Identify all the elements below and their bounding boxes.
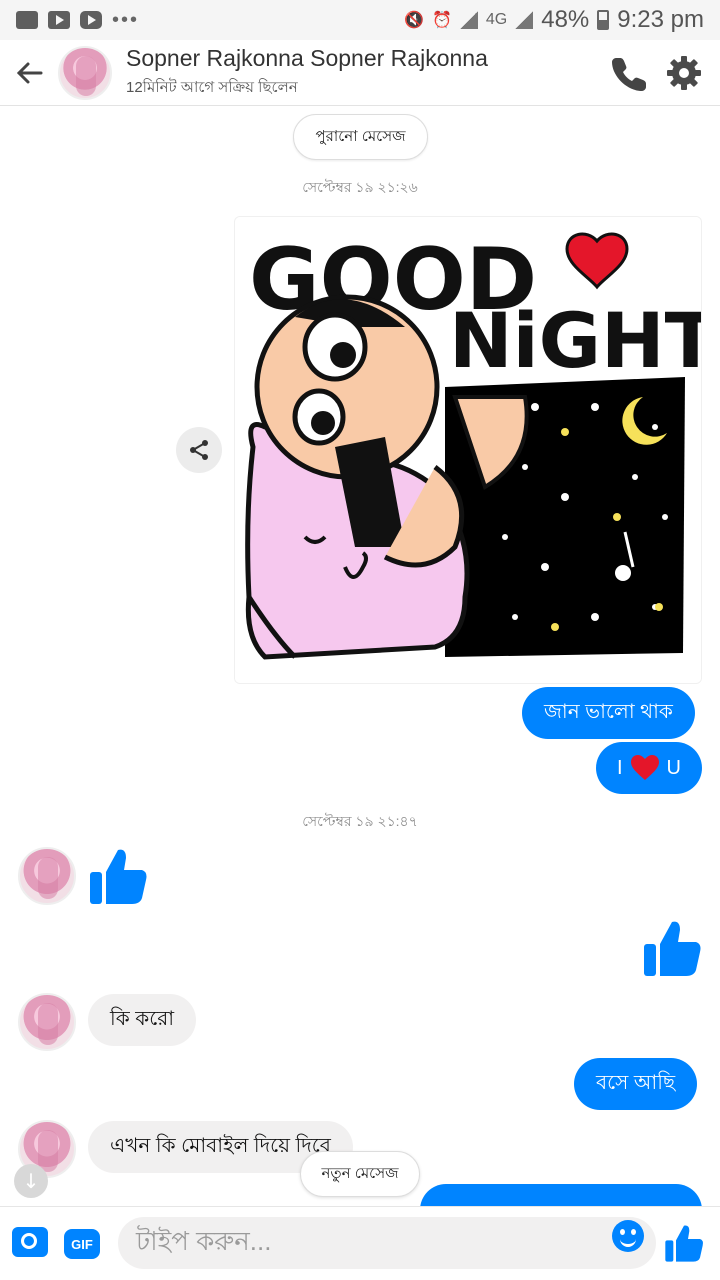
camera-icon[interactable] bbox=[12, 1227, 48, 1257]
message-text: I bbox=[616, 756, 623, 779]
emoji-icon[interactable] bbox=[612, 1220, 644, 1252]
contact-name[interactable]: Sopner Rajkonna Sopner Rajkonna bbox=[126, 45, 488, 72]
new-message-button[interactable]: নতুন মেসেজ bbox=[300, 1151, 420, 1197]
signal-icon bbox=[459, 11, 478, 29]
message-text: U bbox=[666, 756, 681, 779]
share-button[interactable] bbox=[176, 427, 222, 473]
more-notifications-icon: ••• bbox=[112, 9, 140, 31]
outgoing-message[interactable]: I U bbox=[596, 742, 702, 794]
message-list[interactable]: পুরানো মেসেজ সেপ্টেম্বর ১৯ ২১:২৬ GOOD Ni… bbox=[0, 106, 720, 1206]
composer-bar: GIF টাইপ করুন... bbox=[0, 1206, 720, 1280]
clock: 9:23 pm bbox=[617, 6, 704, 33]
play-icon bbox=[48, 11, 70, 29]
outgoing-message-partial[interactable] bbox=[420, 1184, 702, 1206]
battery-icon bbox=[597, 10, 610, 30]
outgoing-message[interactable]: বসে আছি bbox=[574, 1058, 698, 1110]
message-input[interactable]: টাইপ করুন... bbox=[118, 1217, 656, 1269]
thumbs-up-icon[interactable] bbox=[642, 918, 702, 978]
contact-avatar[interactable] bbox=[58, 45, 112, 100]
arrow-left-icon bbox=[16, 62, 43, 83]
phone-icon[interactable] bbox=[612, 55, 648, 91]
network-label: 4G bbox=[485, 11, 508, 28]
conversation-header: Sopner Rajkonna Sopner Rajkonna 12মিনিট … bbox=[0, 40, 720, 106]
share-icon bbox=[190, 440, 208, 460]
contact-avatar-small[interactable] bbox=[18, 993, 76, 1051]
youtube-icon bbox=[80, 11, 102, 29]
mute-icon: 🔇 bbox=[404, 12, 424, 29]
settings-gear-icon[interactable] bbox=[666, 55, 702, 91]
status-bar: ••• 🔇 ⏰ 4G 48% 9:23 pm bbox=[0, 0, 720, 40]
gif-button[interactable]: GIF bbox=[64, 1229, 100, 1259]
sticker-text-line2: NiGHT bbox=[449, 296, 702, 385]
scroll-down-button[interactable]: ↓ bbox=[14, 1164, 48, 1198]
heart-icon bbox=[630, 755, 659, 780]
battery-percent: 48% bbox=[541, 6, 590, 33]
contact-avatar-small[interactable] bbox=[18, 847, 76, 905]
good-night-sticker[interactable]: GOOD NiGHT bbox=[234, 216, 702, 684]
signal-2-icon bbox=[515, 11, 534, 29]
timestamp: সেপ্টেম্বর ১৯ ২১:২৬ bbox=[302, 179, 418, 195]
back-button[interactable] bbox=[0, 40, 58, 106]
thumbs-up-icon[interactable] bbox=[88, 846, 148, 906]
gallery-icon bbox=[16, 11, 38, 29]
alarm-icon: ⏰ bbox=[431, 12, 452, 29]
outgoing-message[interactable]: জান ভালো থাক bbox=[522, 687, 695, 739]
timestamp: সেপ্টেম্বর ১৯ ২১:৪৭ bbox=[302, 813, 418, 829]
sticker-image: GOOD NiGHT bbox=[235, 217, 702, 683]
active-status: 12মিনিট আগে সক্রিয় ছিলেন bbox=[126, 78, 298, 96]
thumbs-up-send-icon[interactable] bbox=[664, 1223, 704, 1263]
incoming-message[interactable]: কি করো bbox=[88, 994, 197, 1046]
older-messages-button[interactable]: পুরানো মেসেজ bbox=[293, 114, 428, 160]
